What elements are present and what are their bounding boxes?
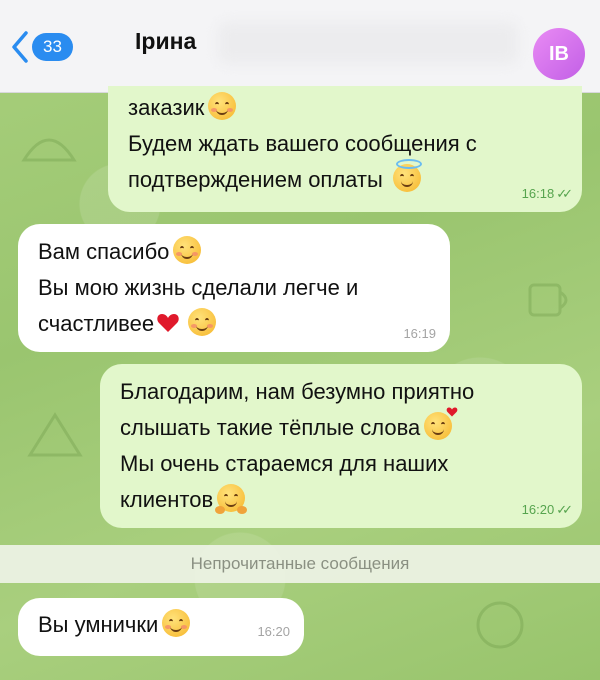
halo-smile-emoji-icon [392, 159, 422, 192]
back-button[interactable]: 33 [10, 30, 73, 64]
message-time: 16:18 [521, 186, 555, 201]
unread-count-badge: 33 [32, 33, 73, 61]
smiling-face-emoji-icon [173, 236, 202, 264]
contact-name[interactable]: Ірина [135, 28, 196, 55]
message-text: Мы очень стараемся для наших [120, 451, 449, 476]
message-text: Вы умнички [38, 608, 286, 642]
smiling-face-emoji-icon [208, 92, 237, 120]
doodle-icon [21, 138, 77, 162]
message-time: 16:19 [403, 326, 436, 341]
message-bubble-outgoing[interactable]: Благодарим, нам безумно приятно слышать … [100, 364, 582, 528]
message-text: клиентов [120, 482, 564, 518]
red-heart-icon [157, 314, 179, 332]
message-text: заказик [128, 90, 564, 126]
chevron-left-icon [12, 31, 28, 63]
cake-doodle-icon [27, 412, 83, 457]
message-text: Вам спасибо [38, 234, 432, 270]
message-text: Благодарим, нам безумно приятно [120, 379, 475, 404]
message-meta: 16:18 ✓✓ [521, 186, 573, 202]
message-text: Будем ждать вашего сообщения с [128, 131, 477, 156]
smiling-face-emoji-icon [162, 609, 191, 637]
smiling-face-with-hearts-emoji-icon [424, 407, 458, 440]
message-text: Вы мою жизнь сделали легче и [38, 275, 359, 300]
avatar[interactable]: IB [533, 28, 585, 80]
cup-doodle-icon [528, 283, 568, 317]
redacted-status [218, 22, 518, 64]
message-bubble-incoming[interactable]: Вам спасибо Вы мою жизнь сделали легче и… [18, 224, 450, 352]
chat-header: 33 Ірина IB [0, 0, 600, 93]
message-text: слышать такие тёплые слова [120, 407, 564, 446]
read-checkmarks-icon: ✓✓ [556, 502, 573, 517]
hugging-face-emoji-icon [215, 484, 248, 514]
message-bubble-incoming[interactable]: Вы умнички 16:20 [18, 598, 304, 656]
message-text: счастливее [38, 306, 432, 342]
read-checkmarks-icon: ✓✓ [556, 186, 573, 201]
message-text: подтверждением оплаты [128, 159, 564, 198]
message-time: 16:20 [257, 624, 290, 639]
message-meta: 16:19 [403, 326, 436, 342]
message-bubble-outgoing[interactable]: заказик Будем ждать вашего сообщения с п… [108, 86, 582, 212]
leaf-doodle-icon [476, 601, 524, 649]
message-meta: 16:20 [257, 624, 290, 640]
message-time: 16:20 [521, 502, 555, 517]
relieved-face-emoji-icon [188, 308, 217, 336]
message-meta: 16:20 ✓✓ [521, 502, 573, 518]
unread-messages-divider: Непрочитанные сообщения [0, 545, 600, 583]
